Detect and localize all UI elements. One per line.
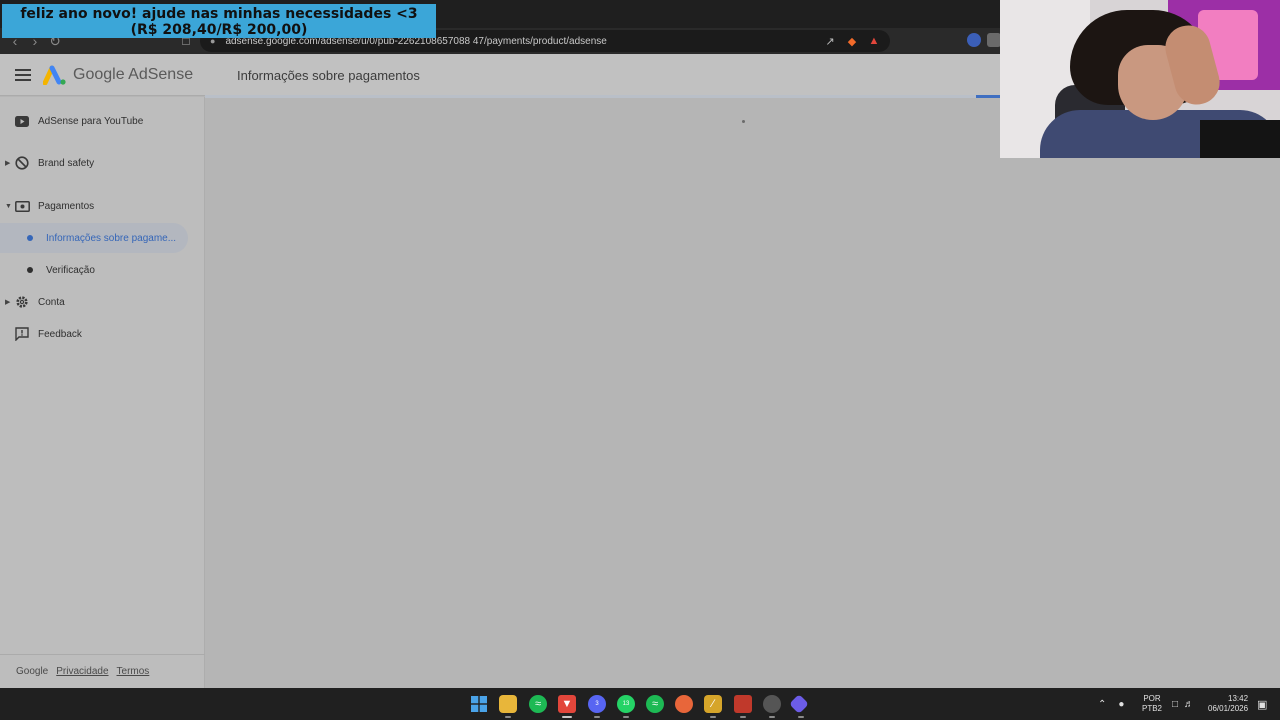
menu-icon[interactable] (14, 66, 32, 84)
clock-time: 13:42 (1228, 694, 1249, 703)
main-content (205, 98, 1280, 688)
sidebar-item-pagamentos[interactable]: ▼ Pagamentos (0, 191, 205, 221)
brave-shields-icon[interactable]: ◆ (844, 33, 860, 49)
webcam-overlay (1000, 0, 1280, 158)
tray-overflow-icon[interactable]: ⌃ (1098, 699, 1106, 710)
youtube-icon (14, 113, 30, 129)
network-icon[interactable]: □ (1172, 699, 1178, 710)
sidebar-item-label: Conta (38, 296, 65, 308)
language-indicator[interactable]: POR PTB2 (1142, 688, 1162, 720)
collapse-caret-icon[interactable]: ▼ (5, 203, 12, 210)
brave-browser-icon[interactable]: ▼ (558, 695, 576, 713)
sidebar-item-label: Feedback (38, 328, 82, 340)
sidebar-item-adsense-youtube[interactable]: AdSense para YouTube (0, 106, 205, 136)
sidebar-nav: AdSense para YouTube ▶ Brand safety ▼ Pa… (0, 97, 205, 688)
donation-goal-overlay: feliz ano novo! ajude nas minhas necessi… (2, 4, 436, 38)
sidebar-item-label: Verificação (46, 264, 95, 276)
sidebar-item-label: Pagamentos (38, 200, 95, 212)
product-name: Google AdSense (73, 66, 194, 83)
lang-top: POR (1143, 694, 1161, 703)
extension-icon[interactable] (967, 33, 981, 47)
firefox-icon[interactable] (675, 695, 693, 713)
obs-icon[interactable] (763, 695, 781, 713)
file-explorer-icon[interactable] (499, 695, 517, 713)
lang-bottom: PTB2 (1142, 704, 1163, 713)
launcher-icon[interactable] (789, 694, 809, 714)
sidebar-item-label: AdSense para YouTube (38, 115, 144, 127)
privacy-link[interactable]: Privacidade (56, 666, 108, 677)
microphone-icon[interactable]: ● (1118, 699, 1124, 710)
spotify-icon[interactable]: ≈ (529, 695, 547, 713)
bullet-icon (27, 235, 33, 241)
brave-rewards-icon[interactable]: ▲ (866, 33, 882, 49)
bullet-icon (27, 267, 33, 273)
sidebar-item-feedback[interactable]: Feedback (0, 319, 205, 349)
extensions-menu-icon[interactable] (987, 33, 1001, 47)
block-icon (14, 155, 30, 171)
notifications-icon[interactable]: ▣ (1257, 698, 1267, 711)
gear-icon (14, 294, 30, 310)
whatsapp-icon[interactable]: 13 (617, 695, 635, 713)
whatsapp-badge: 13 (622, 701, 630, 707)
windows-start-icon[interactable] (470, 695, 488, 713)
page-title: Informações sobre pagamentos (237, 68, 420, 83)
donation-amount: (R$ 208,40/R$ 200,00) (130, 22, 308, 38)
sidebar-item-label: Brand safety (38, 157, 95, 169)
feedback-icon (14, 326, 30, 342)
donation-message: feliz ano novo! ajude nas minhas necessi… (20, 6, 418, 22)
app-icon[interactable]: ∕ (704, 695, 722, 713)
loading-spinner-icon (742, 120, 745, 123)
expand-caret-icon[interactable]: ▶ (5, 298, 10, 306)
sidebar-item-label: Informações sobre pagame... (46, 232, 177, 244)
terms-link[interactable]: Termos (117, 666, 150, 677)
footer-google: Google (16, 666, 49, 677)
sidebar-item-payment-info[interactable]: Informações sobre pagame... (0, 223, 188, 253)
expand-caret-icon[interactable]: ▶ (5, 159, 10, 167)
shield-app-icon[interactable] (734, 695, 752, 713)
volume-icon[interactable]: ♬ (1184, 699, 1194, 710)
sidebar-item-verificacao[interactable]: Verificação (0, 255, 205, 285)
windows-taskbar: ≈ ▼ 3 13 ≈ ∕ ⌃ ● POR PTB2 □ ♬ 13:42 06/0… (0, 688, 1280, 720)
spotify-alt-icon[interactable]: ≈ (646, 695, 664, 713)
clock[interactable]: 13:42 06/01/2026 (1208, 688, 1248, 720)
discord-icon[interactable]: 3 (588, 695, 606, 713)
sidebar-item-conta[interactable]: ▶ Conta (0, 287, 205, 317)
payments-icon (14, 198, 30, 214)
discord-badge: 3 (595, 701, 599, 707)
clock-date: 06/01/2026 (1208, 704, 1249, 713)
share-icon[interactable]: ↗ (822, 33, 838, 49)
sidebar-item-brand-safety[interactable]: ▶ Brand safety (0, 148, 205, 178)
sidebar-footer: Google Privacidade Termos (0, 654, 205, 688)
adsense-logo-icon (43, 65, 66, 85)
